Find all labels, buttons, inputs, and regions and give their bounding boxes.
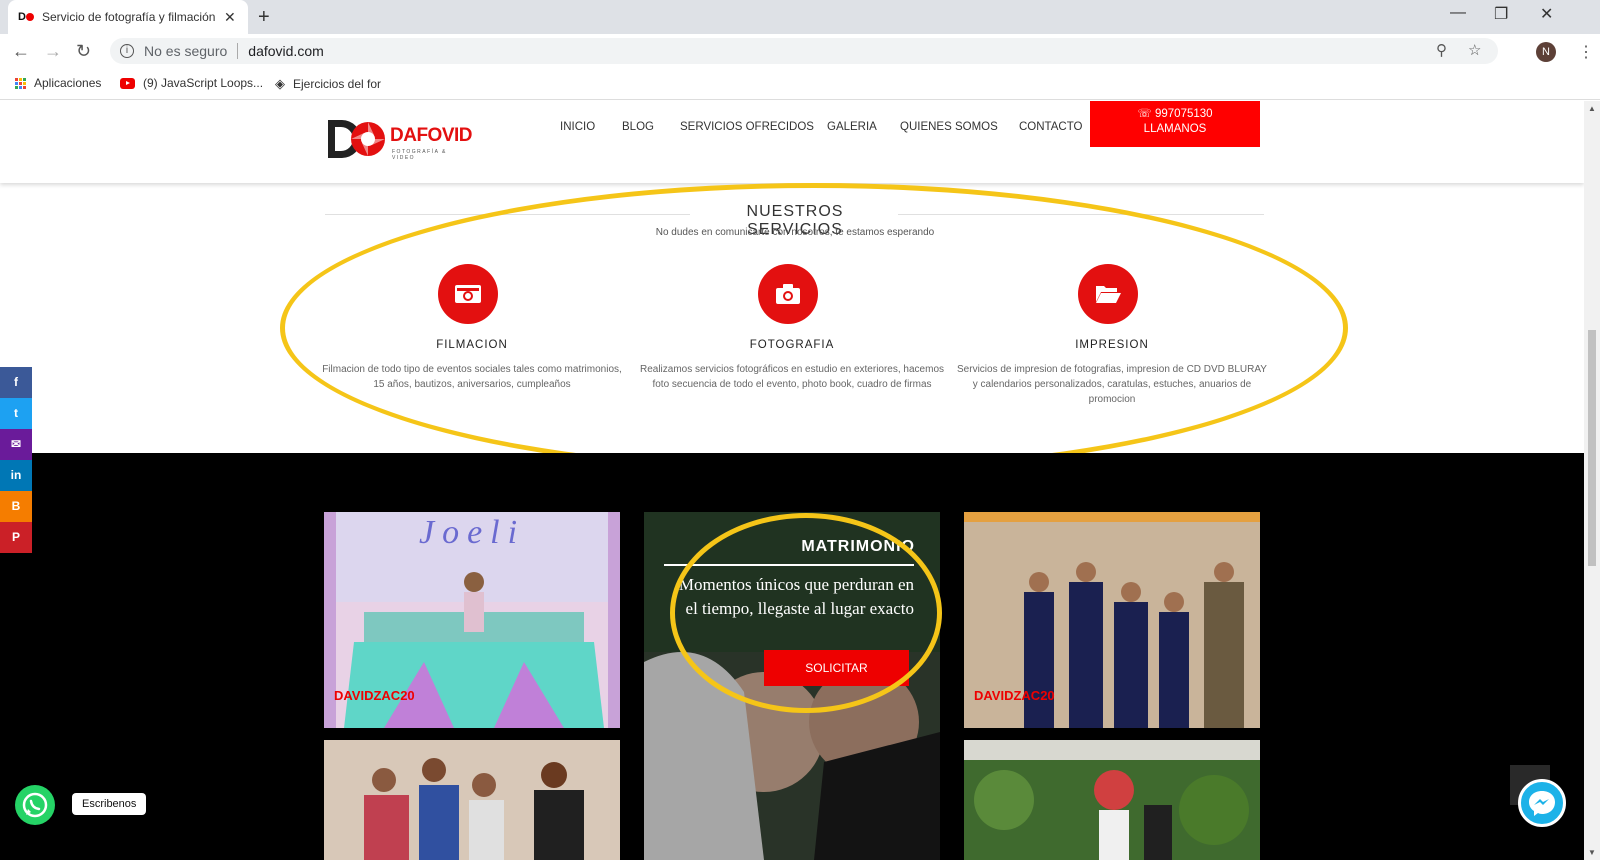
profile-avatar[interactable]: N bbox=[1536, 42, 1556, 62]
bookmark-star-icon[interactable]: ☆ bbox=[1468, 41, 1481, 59]
gallery-photo-graduation[interactable]: DAVIDZAC20 bbox=[964, 512, 1260, 728]
logo-tagline: FOTOGRAFÍA & VIDEO bbox=[392, 149, 447, 161]
tab-close-icon[interactable]: ✕ bbox=[224, 9, 236, 26]
nav-contacto[interactable]: CONTACTO bbox=[1019, 121, 1082, 133]
pinterest-icon: P bbox=[11, 530, 20, 544]
divider bbox=[237, 43, 239, 59]
share-email[interactable]: ✉ bbox=[0, 429, 32, 460]
page-viewport: DAFOVID FOTOGRAFÍA & VIDEO INICIO BLOG S… bbox=[0, 101, 1584, 860]
youtube-icon bbox=[120, 77, 135, 89]
watermark-logo: DAVIDZAC20 bbox=[974, 688, 1055, 703]
minimize-icon[interactable]: — bbox=[1450, 4, 1466, 22]
bookmark-label: (9) JavaScript Loops... bbox=[143, 76, 264, 90]
close-window-icon[interactable]: ✕ bbox=[1540, 4, 1553, 24]
whatsapp-label[interactable]: Escribenos bbox=[72, 793, 147, 815]
restore-icon[interactable]: ❐ bbox=[1494, 4, 1508, 24]
codepen-icon: ◈ bbox=[275, 76, 285, 91]
share-pinterest[interactable]: P bbox=[0, 522, 32, 553]
browser-toolbar: ← → ↻ i No es seguro dafovid.com ⚲ ☆ N ⋮ bbox=[0, 34, 1600, 68]
nav-servicios[interactable]: SERVICIOS OFRECIDOS bbox=[680, 121, 814, 133]
info-icon[interactable]: i bbox=[120, 44, 134, 58]
back-arrow-icon[interactable]: ← bbox=[12, 41, 30, 62]
gallery-photo-garden[interactable] bbox=[964, 740, 1260, 860]
tab-title: Servicio de fotografía y filmación bbox=[42, 10, 216, 24]
new-tab-button[interactable]: + bbox=[258, 6, 270, 29]
watermark-logo: DAVIDZAC20 bbox=[334, 688, 415, 703]
site-logo[interactable]: DAFOVID FOTOGRAFÍA & VIDEO bbox=[328, 117, 473, 161]
cta-phone: 997075130 bbox=[1155, 108, 1213, 120]
bookmark-label: Ejercicios del for bbox=[293, 77, 382, 91]
share-linkedin[interactable]: in bbox=[0, 460, 32, 491]
call-button[interactable]: ☏ 997075130 LLAMANOS bbox=[1090, 101, 1260, 147]
bookmark-label: Aplicaciones bbox=[34, 76, 102, 90]
blogger-icon: B bbox=[11, 499, 21, 513]
forward-arrow-icon[interactable]: → bbox=[44, 41, 62, 62]
facebook-icon: f bbox=[14, 375, 18, 389]
share-twitter[interactable]: t bbox=[0, 398, 32, 429]
share-blogger[interactable]: B bbox=[0, 491, 32, 522]
scroll-up-icon[interactable]: ▲ bbox=[1588, 104, 1596, 113]
messenger-button[interactable] bbox=[1518, 779, 1566, 827]
nav-inicio[interactable]: INICIO bbox=[560, 121, 595, 133]
linkedin-icon: in bbox=[10, 468, 22, 482]
browser-tab[interactable]: D Servicio de fotografía y filmación ✕ bbox=[8, 0, 248, 34]
cta-label: LLAMANOS bbox=[1143, 123, 1207, 135]
whatsapp-icon bbox=[22, 792, 48, 818]
highlight-ellipse bbox=[280, 183, 1348, 473]
event-photo bbox=[324, 740, 620, 860]
phone-icon: ☏ bbox=[1137, 108, 1155, 120]
scroll-down-icon[interactable]: ▼ bbox=[1588, 848, 1596, 857]
bookmark-youtube[interactable]: (9) JavaScript Loops... bbox=[120, 76, 263, 90]
nav-galeria[interactable]: GALERIA bbox=[827, 121, 877, 133]
url-text[interactable]: dafovid.com bbox=[248, 43, 323, 59]
logo-text: DAFOVID bbox=[390, 125, 473, 146]
gallery-photo-event[interactable] bbox=[324, 740, 620, 860]
browser-tab-bar: D Servicio de fotografía y filmación ✕ +… bbox=[0, 0, 1600, 34]
messenger-icon bbox=[1529, 791, 1555, 816]
menu-kebab-icon[interactable]: ⋮ bbox=[1578, 42, 1594, 62]
garden-photo bbox=[964, 740, 1260, 860]
zoom-search-icon[interactable]: ⚲ bbox=[1436, 41, 1447, 59]
bookmarks-bar: Aplicaciones (9) JavaScript Loops... ◈ E… bbox=[0, 68, 1600, 100]
bookmark-codepen[interactable]: ◈ Ejercicios del for bbox=[275, 76, 381, 92]
email-icon: ✉ bbox=[10, 437, 22, 451]
twitter-icon: t bbox=[14, 406, 18, 420]
highlight-ellipse-small bbox=[670, 513, 942, 713]
share-facebook[interactable]: f bbox=[0, 367, 32, 398]
reload-icon[interactable]: ↻ bbox=[76, 41, 91, 62]
address-bar[interactable]: i No es seguro dafovid.com ⚲ ☆ bbox=[110, 38, 1498, 64]
nav-blog[interactable]: BLOG bbox=[622, 121, 654, 133]
gallery-photo-quinceanera[interactable]: Joeli DAVIDZAC20 bbox=[324, 512, 620, 728]
whatsapp-button[interactable] bbox=[15, 785, 55, 825]
site-favicon-icon: D bbox=[18, 11, 34, 23]
apps-grid-icon bbox=[15, 77, 26, 89]
nav-quienes-somos[interactable]: QUIENES SOMOS bbox=[900, 121, 998, 133]
scrollbar-thumb[interactable] bbox=[1588, 330, 1596, 566]
photo-banner-text: Joeli bbox=[419, 514, 526, 551]
bookmark-apps[interactable]: Aplicaciones bbox=[15, 76, 101, 90]
site-header: DAFOVID FOTOGRAFÍA & VIDEO INICIO BLOG S… bbox=[0, 101, 1584, 183]
security-label: No es seguro bbox=[144, 43, 228, 59]
